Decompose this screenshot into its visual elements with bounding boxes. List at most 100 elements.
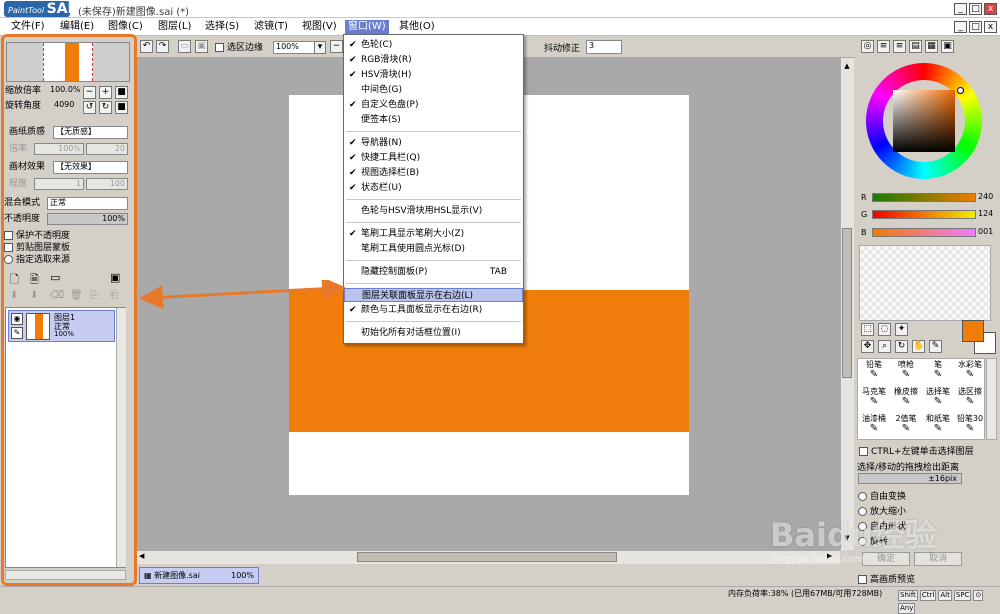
- layer-hscrollbar[interactable]: [5, 570, 126, 580]
- window-menu-item[interactable]: ✔ 颜色与工具面板显示在右边(R): [344, 303, 523, 317]
- stabilizer-select[interactable]: 3: [586, 40, 622, 54]
- rotate-value[interactable]: 4090: [52, 100, 78, 112]
- brush-tool[interactable]: 铅笔 ✎: [858, 360, 890, 386]
- doc-minimize-button[interactable]: _: [954, 21, 967, 33]
- merge-down-icon[interactable]: ⬇: [30, 290, 38, 301]
- undo-icon[interactable]: ↶: [140, 40, 153, 53]
- swatch-tab-icon[interactable]: ▦: [925, 40, 938, 53]
- menu-file[interactable]: 文件(F): [8, 20, 48, 34]
- brush-tool[interactable]: 铅笔30 ✎: [954, 414, 986, 440]
- pen-icon[interactable]: ✎: [11, 327, 23, 339]
- rotate-left-icon[interactable]: ↺: [83, 101, 96, 114]
- scroll-left-icon[interactable]: ◀: [139, 552, 149, 562]
- brush-tool[interactable]: 喷枪 ✎: [890, 360, 922, 386]
- scratchpad-tab-icon[interactable]: ▣: [941, 40, 954, 53]
- g-value[interactable]: 124: [978, 209, 993, 218]
- paste-layer-icon[interactable]: ⎗: [110, 290, 118, 301]
- zoom-value[interactable]: 100.0%: [48, 85, 81, 97]
- delete-layer-icon[interactable]: 🗑: [70, 290, 83, 301]
- b-value[interactable]: 001: [978, 227, 993, 236]
- brush-tool[interactable]: 油漆桶 ✎: [858, 414, 890, 440]
- window-menu-item[interactable]: ✔ 快捷工具栏(Q): [344, 151, 523, 165]
- r-value[interactable]: 240: [978, 192, 993, 201]
- brush-tool[interactable]: 笔 ✎: [922, 360, 954, 386]
- window-menu-item[interactable]: 中间色(G): [344, 83, 523, 97]
- rotate-reset-icon[interactable]: ■: [115, 101, 128, 114]
- rotate-icon[interactable]: ↻: [895, 340, 908, 353]
- saturation-value-square[interactable]: [893, 90, 955, 152]
- window-menu-item[interactable]: 图层关联面板显示在右边(L): [344, 288, 523, 302]
- menu-edit[interactable]: 编辑(E): [57, 20, 97, 34]
- foreground-color[interactable]: [962, 320, 984, 342]
- menu-select[interactable]: 选择(S): [202, 20, 242, 34]
- brush-tool[interactable]: 马克笔 ✎: [858, 387, 890, 413]
- hsv-slider-tab-icon[interactable]: ≡: [893, 40, 906, 53]
- tool-scrollbar[interactable]: [986, 358, 997, 440]
- brush-tool[interactable]: 和纸笔 ✎: [922, 414, 954, 440]
- ctrl-select-option[interactable]: CTRL+左键单击选择图层: [859, 444, 974, 457]
- r-slider[interactable]: [872, 193, 976, 202]
- layer-mask-icon[interactable]: ▣: [110, 271, 120, 284]
- chevron-down-icon[interactable]: ▾: [314, 41, 326, 54]
- new-layer-set-icon[interactable]: 🗎: [30, 271, 39, 290]
- redo-icon[interactable]: ↷: [156, 40, 169, 53]
- window-menu-item[interactable]: 色轮与HSV滑块用HSL显示(V): [344, 204, 523, 218]
- layer-row[interactable]: ◉ ✎ 图层1 正常 100%: [8, 310, 115, 342]
- zoom-minus-icon[interactable]: −: [83, 86, 96, 99]
- window-menu-item[interactable]: ✔ RGB滑块(R): [344, 53, 523, 67]
- canvas-hscrollbar[interactable]: ◀ ▶: [137, 550, 840, 564]
- b-slider[interactable]: [872, 228, 976, 237]
- menu-layer[interactable]: 图层(L): [155, 20, 194, 34]
- rate-value[interactable]: 100%: [34, 143, 84, 155]
- selection-edge-toggle[interactable]: 选区边缘: [215, 40, 263, 53]
- canvas-vscrollbar[interactable]: ▲ ▼: [840, 58, 854, 550]
- navigator-preview[interactable]: [6, 42, 130, 82]
- menu-image[interactable]: 图像(C): [105, 20, 146, 34]
- hand-icon[interactable]: ✋: [912, 340, 925, 353]
- copy-layer-icon[interactable]: ⎘: [90, 290, 98, 301]
- window-menu-item[interactable]: ✔ 导航器(N): [344, 136, 523, 150]
- drag-distance-slider[interactable]: ±16pix: [858, 473, 962, 484]
- paper-texture-select[interactable]: 【无质感】: [53, 126, 128, 139]
- move-icon[interactable]: ✥: [861, 340, 874, 353]
- window-menu-item[interactable]: 初始化所有对话框位置(I): [344, 326, 523, 340]
- zoom-reset-icon[interactable]: ■: [115, 86, 128, 99]
- layer-scrollbar[interactable]: [116, 308, 126, 567]
- hq-preview-option[interactable]: 高画质预览: [858, 572, 915, 585]
- opacity-slider[interactable]: 100%: [47, 213, 128, 225]
- hscroll-thumb[interactable]: [357, 552, 617, 562]
- rect-select-icon[interactable]: ⬚: [861, 323, 874, 336]
- window-menu-item[interactable]: 笔刷工具使用圆点光标(D): [344, 242, 523, 256]
- custom-swatch-panel[interactable]: [859, 245, 991, 321]
- degree-value[interactable]: 1: [34, 178, 84, 190]
- menu-window[interactable]: 窗口(W): [345, 20, 389, 34]
- g-slider[interactable]: [872, 210, 976, 219]
- close-button[interactable]: x: [984, 3, 997, 15]
- maximize-button[interactable]: □: [969, 3, 982, 15]
- menu-filter[interactable]: 滤镜(T): [251, 20, 291, 34]
- window-menu-item[interactable]: ✔ 视图选择栏(B): [344, 166, 523, 180]
- clear-layer-icon[interactable]: ⌫: [50, 290, 64, 301]
- document-tab[interactable]: ▦ 新建图像.sai 100%: [139, 567, 259, 584]
- magic-wand-icon[interactable]: ✦: [895, 323, 908, 336]
- sv-cursor[interactable]: [957, 87, 964, 94]
- strength-value[interactable]: 20: [86, 143, 128, 155]
- brush-tool[interactable]: 水彩笔 ✎: [954, 360, 986, 386]
- radio-free-transform[interactable]: 自由变换: [858, 489, 906, 502]
- window-menu-item[interactable]: 便签本(S): [344, 113, 523, 127]
- strength2-value[interactable]: 100: [86, 178, 128, 190]
- zoom-plus-icon[interactable]: +: [99, 86, 112, 99]
- invert-select-icon[interactable]: ▣: [195, 40, 208, 53]
- window-menu-item[interactable]: ✔ HSV滑块(H): [344, 68, 523, 82]
- color-wheel-tab-icon[interactable]: ◎: [861, 40, 874, 53]
- window-menu-item[interactable]: ✔ 笔刷工具显示笔刷大小(Z): [344, 227, 523, 241]
- paper-effect-select[interactable]: 【无效果】: [53, 161, 128, 174]
- brush-tool[interactable]: 选择笔 ✎: [922, 387, 954, 413]
- rotate-right-icon[interactable]: ↻: [99, 101, 112, 114]
- window-menu-item[interactable]: ✔ 状态栏(U): [344, 181, 523, 195]
- rgb-slider-tab-icon[interactable]: ≡: [877, 40, 890, 53]
- doc-close-button[interactable]: x: [984, 21, 997, 33]
- deselect-icon[interactable]: ▭: [178, 40, 191, 53]
- transfer-down-icon[interactable]: ⬇: [10, 290, 18, 301]
- window-menu-item[interactable]: 隐藏控制面板(P) TAB: [344, 265, 523, 279]
